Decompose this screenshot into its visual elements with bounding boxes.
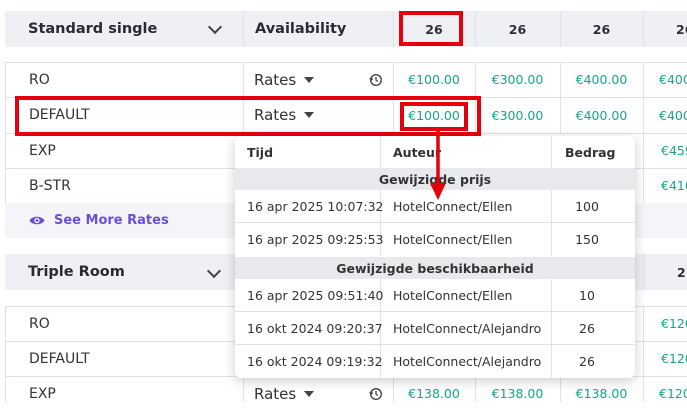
rate-name: B-STR xyxy=(29,177,71,194)
availability-value[interactable]: 26 xyxy=(676,11,687,47)
room2-chevron-down-icon[interactable] xyxy=(204,256,224,286)
availability-value[interactable]: 2 xyxy=(677,254,686,290)
availability-label: Availability xyxy=(255,21,347,37)
price-cell[interactable]: €120.00 xyxy=(661,341,687,376)
price-cell[interactable]: €300.00 xyxy=(475,62,560,97)
price-cell[interactable]: €300.00 xyxy=(475,97,560,133)
price-cell[interactable]: €138.00 xyxy=(475,376,560,411)
rate-name: EXP xyxy=(29,385,56,402)
history-author: HotelConnect/Alejandro xyxy=(393,321,542,336)
availability-highlight xyxy=(399,11,463,46)
section-header: Gewijzigde beschikbaarheid xyxy=(235,257,635,279)
history-amount: 26 xyxy=(579,354,595,369)
history-time: 16 apr 2025 09:51:40 xyxy=(247,288,384,303)
eye-icon xyxy=(29,215,45,226)
history-amount: 26 xyxy=(579,321,595,336)
price-cell[interactable]: €100.00 xyxy=(393,62,475,97)
history-icon[interactable] xyxy=(367,384,385,404)
price-cell[interactable]: €138.00 xyxy=(393,376,475,411)
price-cell[interactable]: €120.00 xyxy=(661,306,687,341)
price-cell[interactable]: €138.00 xyxy=(560,376,643,411)
price-cell[interactable]: €400.00 xyxy=(560,97,643,133)
price-cell[interactable]: €459.00 xyxy=(661,133,687,168)
rate-name: RO xyxy=(29,71,50,88)
room1-chevron-down-icon[interactable] xyxy=(205,11,225,43)
room2-name: Triple Room xyxy=(28,264,125,280)
rate-name: EXP xyxy=(29,142,56,159)
history-time: 16 apr 2025 10:07:32 xyxy=(247,199,384,214)
price-cell[interactable]: €410.00 xyxy=(661,168,687,203)
column-header-amount: Bedrag xyxy=(565,144,616,160)
history-amount: 150 xyxy=(575,232,599,247)
history-author: HotelConnect/Ellen xyxy=(393,288,513,303)
column-header-time: Tijd xyxy=(247,144,274,160)
history-amount: 10 xyxy=(579,288,595,303)
availability-value[interactable]: 26 xyxy=(560,11,643,47)
rates-dropdown[interactable]: Rates xyxy=(254,376,315,411)
rates-label: Rates xyxy=(254,384,297,403)
availability-value[interactable]: 26 xyxy=(475,11,560,47)
caret-down-icon xyxy=(304,76,315,83)
history-amount: 100 xyxy=(575,199,599,214)
history-time: 16 okt 2024 09:19:32 xyxy=(247,354,383,369)
price-cell[interactable]: €120.00 xyxy=(659,376,687,411)
history-author: HotelConnect/Alejandro xyxy=(393,354,542,369)
history-time: 16 apr 2025 09:25:53 xyxy=(247,232,384,247)
rates-dropdown[interactable]: Rates xyxy=(254,62,315,97)
history-author: HotelConnect/Ellen xyxy=(393,199,513,214)
caret-down-icon xyxy=(304,390,315,397)
price-cell[interactable]: €400.00 xyxy=(560,62,643,97)
price-cell[interactable]: €400.00 xyxy=(659,62,687,97)
price-cell[interactable]: €400.00 xyxy=(659,97,687,133)
rate-name: RO xyxy=(29,315,50,332)
see-more-rates-label: See More Rates xyxy=(54,213,169,228)
rates-label: Rates xyxy=(254,70,297,89)
history-author: HotelConnect/Ellen xyxy=(393,232,513,247)
history-time: 16 okt 2024 09:20:37 xyxy=(247,321,383,336)
annotation-arrow xyxy=(430,127,446,200)
history-icon[interactable] xyxy=(367,70,385,90)
rate-name: DEFAULT xyxy=(29,350,90,367)
see-more-rates-link[interactable]: See More Rates xyxy=(29,203,169,238)
room1-name: Standard single xyxy=(28,21,158,37)
